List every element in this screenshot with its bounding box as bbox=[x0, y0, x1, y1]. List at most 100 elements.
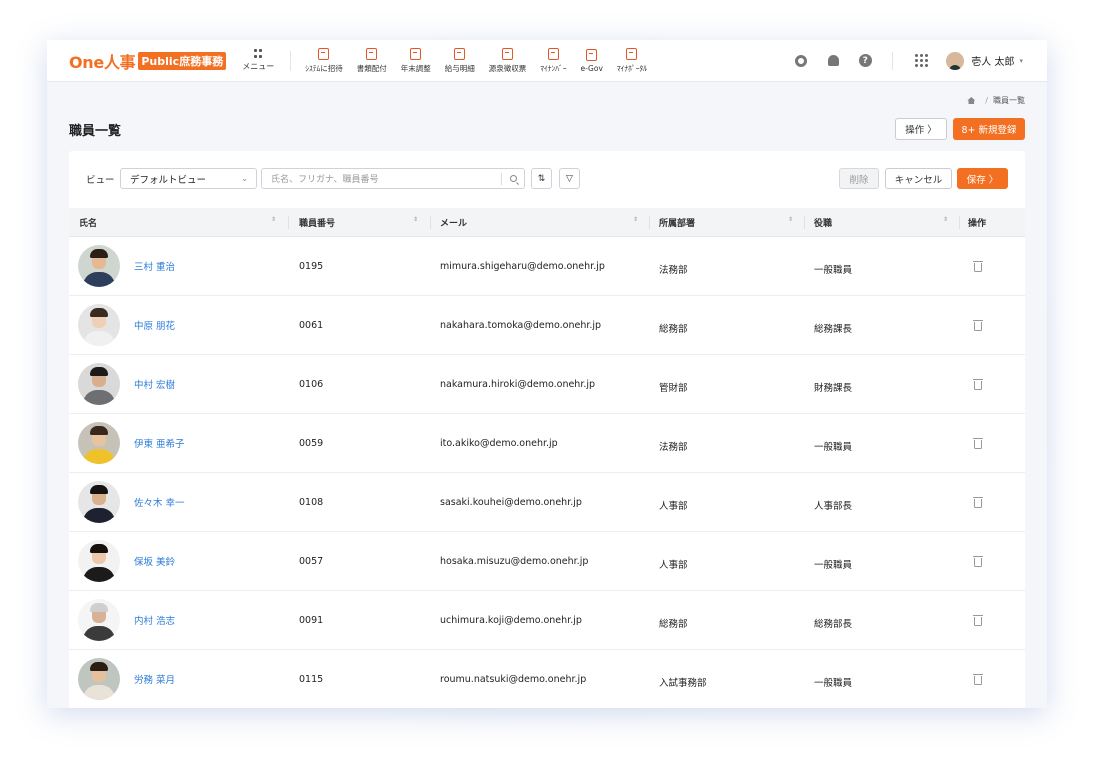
table-row[interactable]: 労務 菜月 0115 roumu.natsuki@demo.onehr.jp 入試事務… bbox=[69, 650, 1025, 708]
search-icon[interactable] bbox=[510, 175, 517, 182]
sort-indicator-icon: ⇕ bbox=[270, 216, 276, 223]
nav-item-0[interactable]: ｼｽﾃﾑに招待 bbox=[305, 47, 343, 74]
employee-role: 一般職員 bbox=[814, 678, 853, 689]
table-row[interactable]: 伊東 亜希子 0059 ito.akiko@demo.onehr.jp 法務部 一般職員 bbox=[69, 414, 1025, 473]
employee-email: uchimura.koji@demo.onehr.jp bbox=[440, 615, 582, 626]
search-divider bbox=[501, 173, 502, 185]
sort-indicator-icon: ⇕ bbox=[632, 216, 638, 223]
nav-item-label: 書類配付 bbox=[356, 63, 387, 73]
nav-item-2[interactable]: 年末調整 bbox=[401, 47, 431, 74]
employee-email: sasaki.kouhei@demo.onehr.jp bbox=[440, 497, 582, 508]
view-select[interactable]: デフォルトビュー ⌄ bbox=[120, 168, 257, 189]
employee-id: 0108 bbox=[299, 497, 324, 508]
trash-icon[interactable] bbox=[973, 320, 983, 331]
employee-department: 入試事務部 bbox=[659, 678, 707, 689]
notifications-button[interactable] bbox=[826, 54, 840, 68]
nav-item-3[interactable]: 給与明細 bbox=[444, 47, 475, 74]
settings-button[interactable] bbox=[794, 54, 808, 68]
employee-id: 0057 bbox=[299, 556, 324, 567]
user-menu-caret-icon[interactable]: ▾ bbox=[1019, 57, 1023, 65]
employee-avatar[interactable] bbox=[78, 540, 120, 582]
employee-avatar[interactable] bbox=[78, 481, 120, 523]
menu-label: メニュー bbox=[242, 62, 275, 71]
trash-icon[interactable] bbox=[973, 379, 983, 390]
breadcrumb: / 職員一覧 bbox=[967, 95, 1025, 106]
employee-avatar[interactable] bbox=[78, 422, 120, 464]
breadcrumb-current: 職員一覧 bbox=[993, 96, 1025, 105]
table-row[interactable]: 佐々木 幸一 0108 sasaki.kouhei@demo.onehr.jp 人事部… bbox=[69, 473, 1025, 532]
employee-name-link[interactable]: 中村 宏樹 bbox=[134, 377, 175, 391]
employee-name-link[interactable]: 労務 菜月 bbox=[134, 672, 175, 686]
table-row[interactable]: 内村 浩志 0091 uchimura.koji@demo.onehr.jp 総務部 総… bbox=[69, 591, 1025, 650]
sort-indicator-icon: ⇕ bbox=[942, 216, 948, 223]
search-input[interactable]: 氏名、フリガナ、職員番号 bbox=[261, 168, 525, 189]
brand-logo[interactable]: One人事 Public庶務事務 bbox=[69, 49, 227, 73]
breadcrumb-separator: / bbox=[985, 96, 988, 105]
employee-name-link[interactable]: 中原 朋花 bbox=[134, 318, 175, 332]
view-label: ビュー bbox=[86, 175, 115, 186]
trash-icon[interactable] bbox=[973, 556, 983, 567]
filter-icon: ▽ bbox=[566, 173, 573, 184]
sort-button[interactable]: ⇅ bbox=[531, 168, 552, 189]
table-row[interactable]: 中原 朋花 0061 nakahara.tomoka@demo.onehr.jp 総務… bbox=[69, 296, 1025, 355]
column-header-id[interactable]: 職員番号 ⇕ bbox=[299, 208, 426, 237]
employee-avatar[interactable] bbox=[78, 363, 120, 405]
nav-item-6[interactable]: e-Gov bbox=[580, 48, 603, 73]
employee-name-link[interactable]: 保坂 美鈴 bbox=[134, 554, 175, 568]
delete-button[interactable]: 削除 bbox=[839, 168, 879, 189]
table-row[interactable]: 三村 重治 0195 mimura.shigeharu@demo.onehr.jp 法… bbox=[69, 237, 1025, 296]
employee-name-link[interactable]: 三村 重治 bbox=[134, 259, 175, 273]
app-window: One人事 Public庶務事務 メニュー ｼｽﾃﾑに招待 書類配付 年末調整 給与明… bbox=[47, 40, 1047, 708]
table-row[interactable]: 中村 宏樹 0106 nakamura.hiroki@demo.onehr.jp 管財… bbox=[69, 355, 1025, 414]
logo-badge: Public庶務事務 bbox=[138, 51, 227, 70]
table-row[interactable]: 保坂 美鈴 0057 hosaka.misuzu@demo.onehr.jp 人事部 一… bbox=[69, 532, 1025, 591]
help-button[interactable]: ? bbox=[858, 54, 872, 68]
operations-button[interactable]: 操作 〉 bbox=[895, 118, 947, 140]
employee-name-link[interactable]: 佐々木 幸一 bbox=[134, 495, 185, 509]
employee-avatar[interactable] bbox=[78, 599, 120, 641]
nav-item-label: 給与明細 bbox=[444, 63, 475, 73]
nav-item-1[interactable]: 書類配付 bbox=[356, 47, 387, 74]
employee-avatar[interactable] bbox=[78, 658, 120, 700]
user-name[interactable]: 壱人 太郎 bbox=[971, 53, 1014, 68]
column-header-role[interactable]: 役職 ⇕ bbox=[814, 208, 956, 237]
trash-icon[interactable] bbox=[973, 261, 983, 272]
column-header-actions: 操作 bbox=[968, 219, 987, 229]
nav-item-5[interactable]: ﾏｲﾅﾝﾊﾞｰ bbox=[540, 47, 566, 74]
app-launcher-icon[interactable] bbox=[915, 54, 929, 67]
employee-role: 総務部長 bbox=[814, 619, 853, 630]
filter-button[interactable]: ▽ bbox=[559, 168, 580, 189]
employee-avatar[interactable] bbox=[78, 245, 120, 287]
column-header-email[interactable]: メール ⇕ bbox=[440, 208, 646, 237]
trash-icon[interactable] bbox=[973, 438, 983, 449]
top-header: One人事 Public庶務事務 メニュー ｼｽﾃﾑに招待 書類配付 年末調整 給与明… bbox=[47, 40, 1047, 82]
trash-icon[interactable] bbox=[973, 615, 983, 626]
document-distribute-icon bbox=[366, 47, 378, 60]
menu-button[interactable]: メニュー bbox=[242, 49, 274, 72]
year-end-adjust-icon bbox=[410, 47, 422, 60]
new-registration-button[interactable]: 8+ 新規登録 bbox=[953, 118, 1025, 140]
employee-name-link[interactable]: 内村 浩志 bbox=[134, 613, 175, 627]
withholding-slip-icon bbox=[501, 47, 513, 60]
employee-email: ito.akiko@demo.onehr.jp bbox=[440, 438, 558, 449]
employee-department: 管財部 bbox=[659, 383, 688, 394]
employee-list-card: ビュー デフォルトビュー ⌄ 氏名、フリガナ、職員番号 ⇅ ▽ 削除 キャンセル… bbox=[69, 151, 1025, 708]
cancel-button[interactable]: キャンセル bbox=[885, 168, 952, 189]
column-header-name[interactable]: 氏名 ⇕ bbox=[79, 208, 284, 237]
employee-id: 0195 bbox=[299, 261, 324, 272]
nav-item-7[interactable]: ﾏｲﾅﾎﾟｰﾀﾙ bbox=[617, 47, 647, 74]
user-avatar[interactable] bbox=[946, 51, 965, 70]
trash-icon[interactable] bbox=[973, 497, 983, 508]
employee-avatar[interactable] bbox=[78, 304, 120, 346]
employee-name-link[interactable]: 伊東 亜希子 bbox=[134, 436, 185, 450]
column-header-department[interactable]: 所属部署 ⇕ bbox=[659, 208, 801, 237]
employee-department: 法務部 bbox=[659, 265, 688, 276]
save-button[interactable]: 保存 〉 bbox=[957, 168, 1008, 189]
home-icon[interactable] bbox=[967, 97, 976, 104]
trash-icon[interactable] bbox=[973, 674, 983, 685]
nav-item-4[interactable]: 源泉徴収票 bbox=[489, 47, 526, 74]
sort-indicator-icon: ⇕ bbox=[787, 216, 793, 223]
employee-role: 人事部長 bbox=[814, 501, 853, 512]
gear-icon bbox=[795, 54, 808, 67]
employee-id: 0106 bbox=[299, 379, 324, 390]
